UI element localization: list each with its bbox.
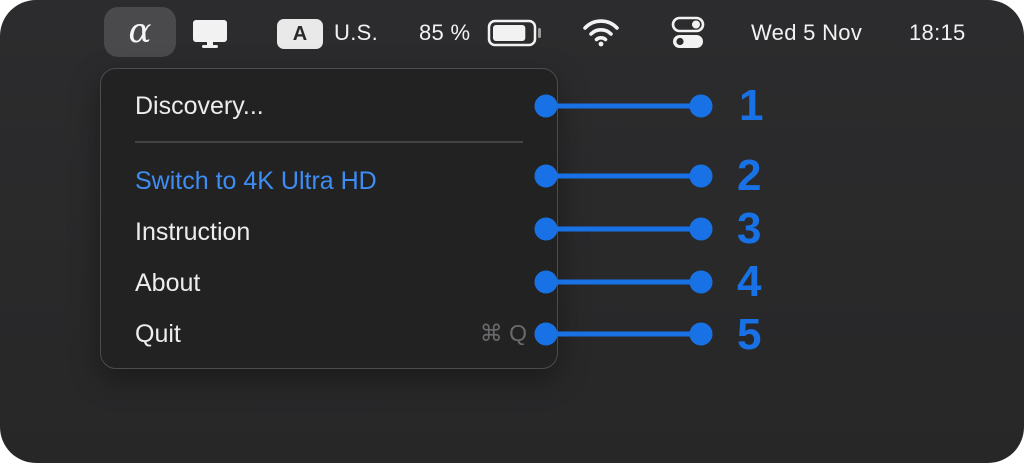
callout-dot-end-3 xyxy=(689,217,713,241)
callout-number-4: 4 xyxy=(737,257,762,306)
callout-dot-start-4 xyxy=(534,270,558,294)
callout-dot-end-5 xyxy=(689,322,713,346)
callout-dot-end-1 xyxy=(689,94,713,118)
callout-dot-start-2 xyxy=(534,164,558,188)
callout-number-1: 1 xyxy=(739,81,764,130)
callout-dot-start-5 xyxy=(534,322,558,346)
callout-dot-end-4 xyxy=(689,270,713,294)
callout-dot-end-2 xyxy=(689,164,713,188)
callout-dot-start-1 xyxy=(534,94,558,118)
desktop-screen: α A U.S. 85 % Wed 5 Nov 18:15 Discovery.… xyxy=(0,0,1024,463)
callout-number-3: 3 xyxy=(737,204,762,253)
callout-dot-start-3 xyxy=(534,217,558,241)
callout-number-5: 5 xyxy=(737,310,762,359)
callout-number-2: 2 xyxy=(737,151,762,200)
callout-lines xyxy=(534,94,713,346)
